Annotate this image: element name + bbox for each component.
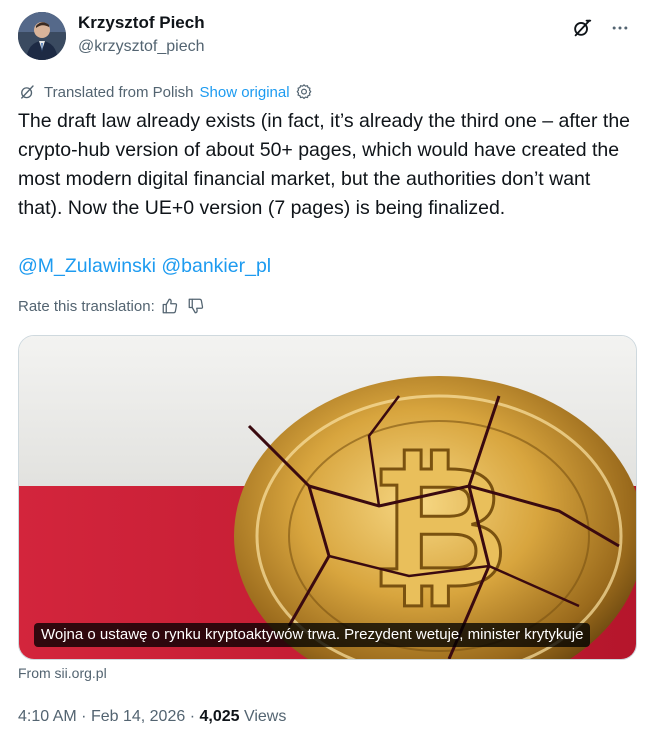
show-original-link[interactable]: Show original [200,84,290,101]
mentions-line: @M_Zulawinski @bankier_pl [18,252,271,281]
author-name[interactable]: Krzysztof Piech [78,13,205,33]
views-label: Views [243,708,287,725]
thumbs-down-icon[interactable] [185,295,207,317]
rate-translation: Rate this translation: [18,295,207,317]
gear-icon[interactable] [295,83,313,101]
svg-text:₿: ₿ [370,429,509,627]
grok-slash-icon[interactable] [568,14,596,42]
link-card[interactable]: ₿ Wojna o ustawę o rynku kryptoaktywów t… [18,335,637,660]
meta-separator: · [81,708,87,725]
card-source[interactable]: From sii.org.pl [18,665,107,681]
rate-label: Rate this translation: [18,297,155,315]
card-caption: Wojna o ustawę o rynku kryptoaktywów trw… [34,623,591,647]
translate-icon [18,83,36,101]
tweet-meta: 4:10 AM · Feb 14, 2026 · 4,025 Views [18,708,286,726]
mention-link[interactable]: @bankier_pl [161,255,271,277]
translation-notice: Translated from Polish Show original [18,82,313,102]
meta-separator: · [189,708,196,725]
avatar[interactable] [18,12,66,60]
card-image: ₿ [19,336,636,659]
author-handle[interactable]: @krzysztof_piech [78,38,205,56]
tweet-time[interactable]: 4:10 AM [18,708,77,725]
more-dots-icon[interactable] [606,14,634,42]
tweet-header: Krzysztof Piech @krzysztof_piech [18,12,638,64]
views-count[interactable]: 4,025 [199,708,239,725]
tweet-text: The draft law already exists (in fact, i… [18,110,631,219]
thumbs-up-icon[interactable] [159,295,181,317]
translated-label: Translated from Polish [44,83,194,101]
tweet-date[interactable]: Feb 14, 2026 [91,708,185,725]
mention-link[interactable]: @M_Zulawinski [18,255,156,277]
